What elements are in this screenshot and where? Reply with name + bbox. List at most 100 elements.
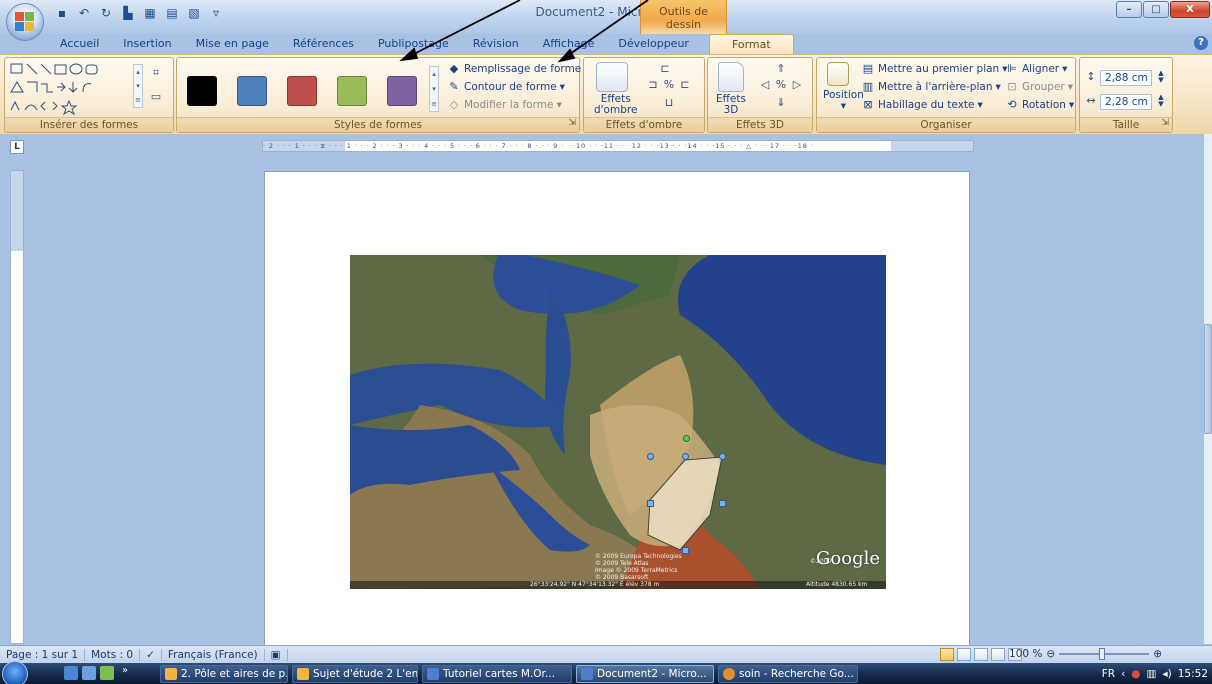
tab-affichage[interactable]: Affichage — [531, 34, 607, 54]
shadow-toggle-icon[interactable]: % — [662, 78, 676, 92]
vertical-ruler[interactable] — [10, 170, 24, 644]
tilt-down-icon[interactable]: ⇓ — [774, 96, 788, 110]
premier-plan-button[interactable]: ▤ Mettre au premier plan ▾ — [861, 62, 1008, 76]
selection-handle[interactable] — [647, 453, 654, 460]
language-bar[interactable]: FR — [1102, 668, 1115, 680]
satellite-map-image[interactable]: © 2009 Europa Technologies © 2009 Tele A… — [350, 255, 886, 589]
modifier-forme-button[interactable]: ◇ Modifier la forme ▾ — [447, 98, 562, 112]
tab-developpeur[interactable]: Développeur — [606, 34, 701, 54]
shadow-nudge-right-icon[interactable]: ⊏ — [678, 78, 692, 92]
full-screen-reading-icon[interactable] — [957, 648, 971, 661]
selection-handle[interactable] — [647, 500, 654, 507]
rotation-button[interactable]: ⟲ Rotation ▾ — [1005, 98, 1074, 112]
tilt-up-icon[interactable]: ⇑ — [774, 62, 788, 76]
habillage-button[interactable]: ⊠ Habillage du texte ▾ — [861, 98, 982, 112]
style-swatch-green[interactable] — [337, 76, 367, 106]
effets-3d-button[interactable]: Effets 3D — [716, 94, 746, 116]
tray-expand-icon[interactable]: ‹ — [1121, 668, 1125, 680]
tilt-left-icon[interactable]: ◁ — [758, 78, 772, 92]
vertical-scrollbar[interactable] — [1204, 134, 1212, 644]
edit-points-icon[interactable]: ⌗ — [149, 66, 163, 80]
taskbar-item-active[interactable]: Document2 - Micro... — [576, 665, 714, 683]
style-swatch-red[interactable] — [287, 76, 317, 106]
tab-mise-en-page[interactable]: Mise en page — [184, 34, 281, 54]
selection-handle[interactable] — [682, 453, 689, 460]
security-alert-icon[interactable]: ● — [1131, 668, 1140, 680]
clock[interactable]: 15:52 — [1178, 668, 1208, 680]
style-swatch-blue[interactable] — [237, 76, 267, 106]
switch-windows-icon[interactable] — [82, 666, 96, 680]
dialog-launcher-icon[interactable]: ⇲ — [568, 116, 576, 130]
network-icon[interactable]: ▥ — [1146, 668, 1156, 680]
width-input[interactable]: 2,28 cm — [1100, 94, 1152, 110]
height-input[interactable]: 2,88 cm — [1100, 70, 1152, 86]
word-count[interactable]: Mots : 0 — [85, 648, 141, 661]
shadow-nudge-up-icon[interactable]: ⊏ — [658, 62, 672, 76]
language-indicator[interactable]: Français (France) — [162, 648, 265, 661]
tab-publipostage[interactable]: Publipostage — [366, 34, 461, 54]
web-layout-icon[interactable] — [974, 648, 988, 661]
group-effets-3d: Effets 3D ⇑ ◁ % ▷ ⇓ Effets 3D — [707, 57, 813, 133]
zoom-in-icon[interactable]: ⊕ — [1153, 648, 1162, 660]
office-button[interactable] — [6, 3, 44, 41]
show-desktop-icon[interactable] — [64, 666, 78, 680]
position-button[interactable]: Position ▾ — [823, 90, 864, 112]
more-quick-launch-icon[interactable]: » — [122, 665, 128, 676]
scrollbar-thumb[interactable] — [1204, 324, 1212, 434]
text-box-icon[interactable]: ▭ — [149, 90, 163, 104]
context-tab-title: Outils de dessin — [640, 0, 727, 34]
minimize-button[interactable]: – — [1116, 1, 1142, 18]
proofing-icon[interactable]: ✓ — [140, 648, 162, 661]
selection-handle[interactable] — [719, 500, 726, 507]
tab-format[interactable]: Format — [708, 34, 794, 54]
aligner-button[interactable]: ⊫ Aligner ▾ — [1005, 62, 1067, 76]
print-layout-view-icon[interactable] — [940, 648, 954, 661]
zoom-out-icon[interactable]: ⊖ — [1046, 648, 1055, 660]
style-swatch-black[interactable] — [187, 76, 217, 106]
help-icon[interactable]: ? — [1194, 36, 1208, 50]
taskbar-item[interactable]: Sujet d'étude 2 L'enj... — [292, 665, 418, 683]
shapes-gallery[interactable] — [9, 62, 135, 116]
remplissage-button[interactable]: ◆Remplissage de forme ▾ — [447, 62, 590, 76]
tab-accueil[interactable]: Accueil — [48, 34, 111, 54]
styles-gallery-scroll[interactable]: ▴ ▾ ≡ — [429, 66, 439, 112]
3d-toggle-icon[interactable]: % — [774, 78, 788, 92]
tilt-right-icon[interactable]: ▷ — [790, 78, 804, 92]
align-icon: ⊫ — [1007, 62, 1017, 75]
selection-handle[interactable] — [682, 547, 689, 554]
height-spinner[interactable]: ▲ ▼ — [1156, 70, 1166, 86]
zoom-level[interactable]: 100 % — [1009, 648, 1042, 660]
shadow-nudge-left-icon[interactable]: ⊐ — [646, 78, 660, 92]
size-dialog-launcher-icon[interactable]: ⇲ — [1161, 116, 1169, 130]
macro-record-icon[interactable]: ▣ — [265, 648, 288, 661]
shapes-gallery-scroll[interactable]: ▴ ▾ ≡ — [133, 64, 143, 108]
shadow-nudge-down-icon[interactable]: ⊔ — [662, 96, 676, 110]
close-button[interactable]: X — [1170, 1, 1210, 18]
arriere-plan-button[interactable]: ▥ Mettre à l'arrière-plan ▾ — [861, 80, 1001, 94]
group-inserer-formes: ▴ ▾ ≡ ⌗ ▭ Insérer des formes — [4, 57, 174, 133]
tab-references[interactable]: Références — [281, 34, 366, 54]
horizontal-ruler[interactable]: · 2 · · · 1 · · · ⧖ · · · 1 · · · 2 · · … — [262, 140, 974, 152]
tab-stop-selector[interactable]: L — [10, 140, 24, 154]
taskbar-item[interactable]: Tutoriel cartes M.Or... — [422, 665, 572, 683]
taskbar-item[interactable]: soin - Recherche Go... — [718, 665, 858, 683]
rotation-handle[interactable] — [683, 435, 690, 442]
style-swatch-purple[interactable] — [387, 76, 417, 106]
zoom-slider-thumb[interactable] — [1099, 648, 1106, 660]
zoom-slider[interactable] — [1059, 648, 1150, 660]
tab-revision[interactable]: Révision — [461, 34, 531, 54]
volume-icon[interactable]: ◂) — [1162, 668, 1171, 680]
start-button[interactable] — [2, 661, 28, 684]
maximize-button[interactable]: □ — [1143, 1, 1169, 18]
contour-button[interactable]: ✎ Contour de forme ▾ — [447, 80, 565, 94]
page-count[interactable]: Page : 1 sur 1 — [0, 648, 86, 661]
grouper-button[interactable]: ⊡ Grouper ▾ — [1005, 80, 1073, 94]
textbox-shape-icon — [10, 63, 23, 74]
selection-handle[interactable] — [719, 453, 726, 460]
media-player-icon[interactable] — [100, 666, 114, 680]
width-spinner[interactable]: ▲ ▼ — [1156, 94, 1166, 110]
taskbar-item[interactable]: 2. Pôle et aires de p... — [160, 665, 288, 683]
outline-view-icon[interactable] — [991, 648, 1005, 661]
tab-insertion[interactable]: Insertion — [111, 34, 183, 54]
effets-ombre-button[interactable]: Effets d'ombre — [594, 94, 637, 116]
